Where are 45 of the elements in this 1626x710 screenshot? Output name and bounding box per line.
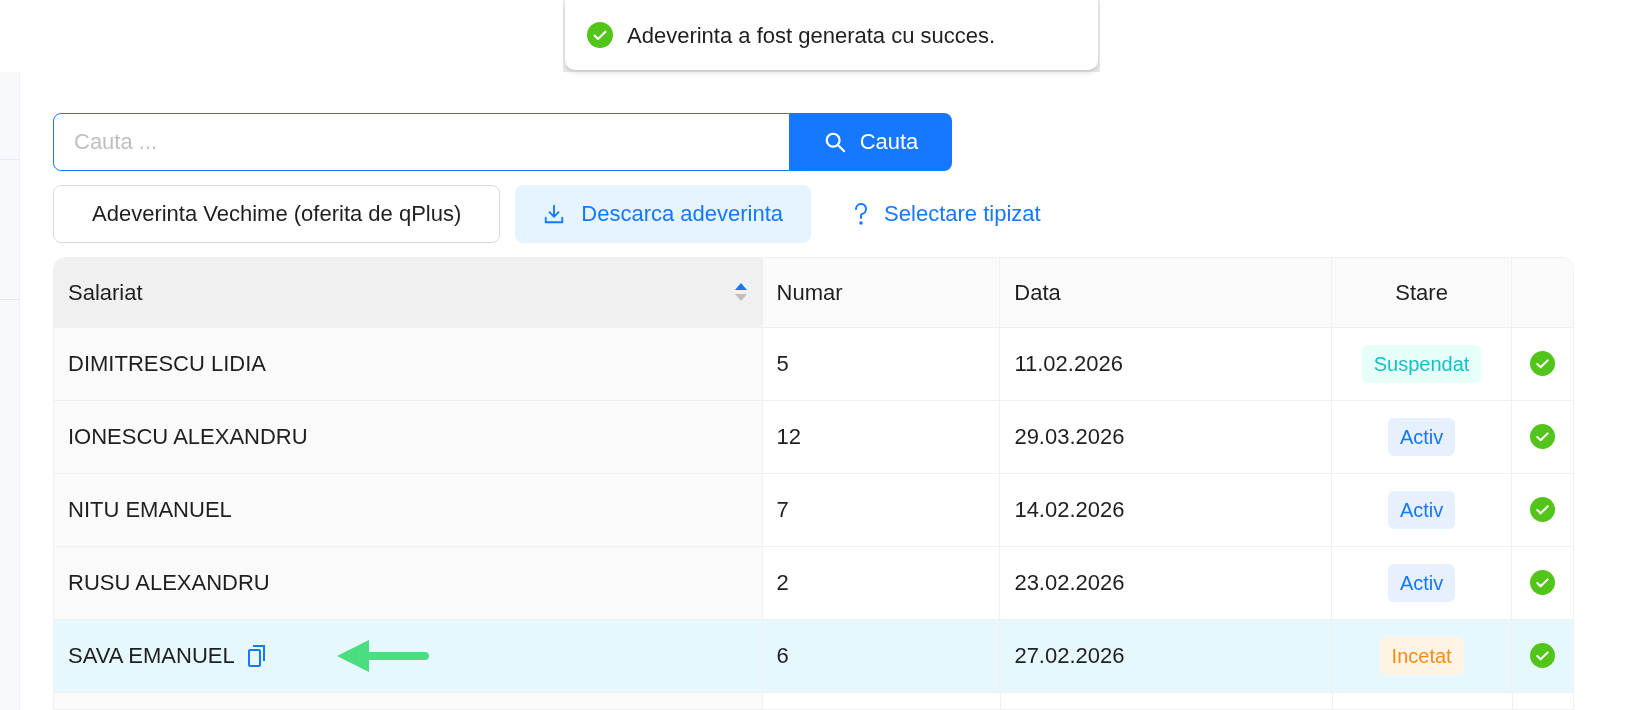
check-icon: [1530, 497, 1555, 523]
search-icon: [823, 130, 846, 153]
column-header: Stare: [1332, 257, 1513, 327]
status-tag: Suspendat: [1361, 344, 1482, 383]
success-icon: [587, 22, 613, 48]
employee-name: DIMITRESCU LIDIA: [68, 350, 267, 379]
date-cell-text: 14.02.2026: [1014, 496, 1125, 525]
employee-name: IONESCU ALEXANDRU: [68, 423, 308, 452]
table-row[interactable]: NITU EMANUEL 7 14.02.2026 Activ: [54, 473, 1573, 547]
column-header: Data: [1000, 257, 1333, 327]
date-cell-text: 27.02.2026: [1014, 642, 1125, 671]
employee-name: SAVA EMANUEL: [68, 642, 235, 671]
check-icon: [1530, 643, 1555, 669]
number-cell-text: 5: [776, 350, 789, 379]
column-header[interactable]: Salariat: [54, 257, 763, 327]
search-field[interactable]: Cauta ...: [53, 112, 790, 171]
certificate-button[interactable]: Adeverinta Vechime (oferita de qPlus): [53, 184, 501, 243]
employee-name: NITU EMANUEL: [68, 496, 232, 525]
table-row[interactable]: SAVA EMANUEL 6 27.02.2026 Incetat: [54, 619, 1573, 693]
table-row[interactable]: DIMITRESCU LIDIA 5 11.02.2026 Suspendat: [54, 327, 1573, 401]
date-cell-text: 23.02.2026: [1014, 569, 1125, 598]
download-button[interactable]: Descarca adeverinta: [515, 184, 812, 243]
date-cell-text: 11.02.2026: [1014, 350, 1123, 379]
status-tag: Activ: [1387, 490, 1456, 529]
question-icon: [854, 201, 869, 226]
select-template-link[interactable]: Selectare tipizat: [826, 184, 1069, 243]
number-cell-text: 12: [776, 423, 801, 452]
status-tag: Activ: [1387, 563, 1456, 602]
table-row[interactable]: RUSU ALEXANDRU 2 23.02.2026 Activ: [54, 546, 1573, 620]
number-cell-text: 6: [776, 642, 789, 671]
toast-message: Adeverinta a fost generata cu succes.: [627, 21, 996, 50]
check-icon: [1530, 351, 1555, 377]
number-cell-text: 2: [776, 569, 789, 598]
search-button[interactable]: Cauta: [790, 112, 952, 171]
table-row[interactable]: IONESCU ALEXANDRU 12 29.03.2026 Activ: [54, 400, 1573, 474]
date-cell-text: 29.03.2026: [1014, 423, 1125, 452]
download-icon: [543, 202, 566, 225]
employee-name: RUSU ALEXANDRU: [68, 569, 270, 598]
check-icon: [1530, 570, 1555, 596]
check-icon: [1530, 424, 1555, 450]
copy-icon[interactable]: [246, 643, 267, 668]
column-header: Numar: [762, 257, 1001, 327]
status-tag: Incetat: [1379, 636, 1464, 675]
status-tag: Activ: [1387, 417, 1456, 456]
number-cell-text: 7: [776, 496, 789, 525]
